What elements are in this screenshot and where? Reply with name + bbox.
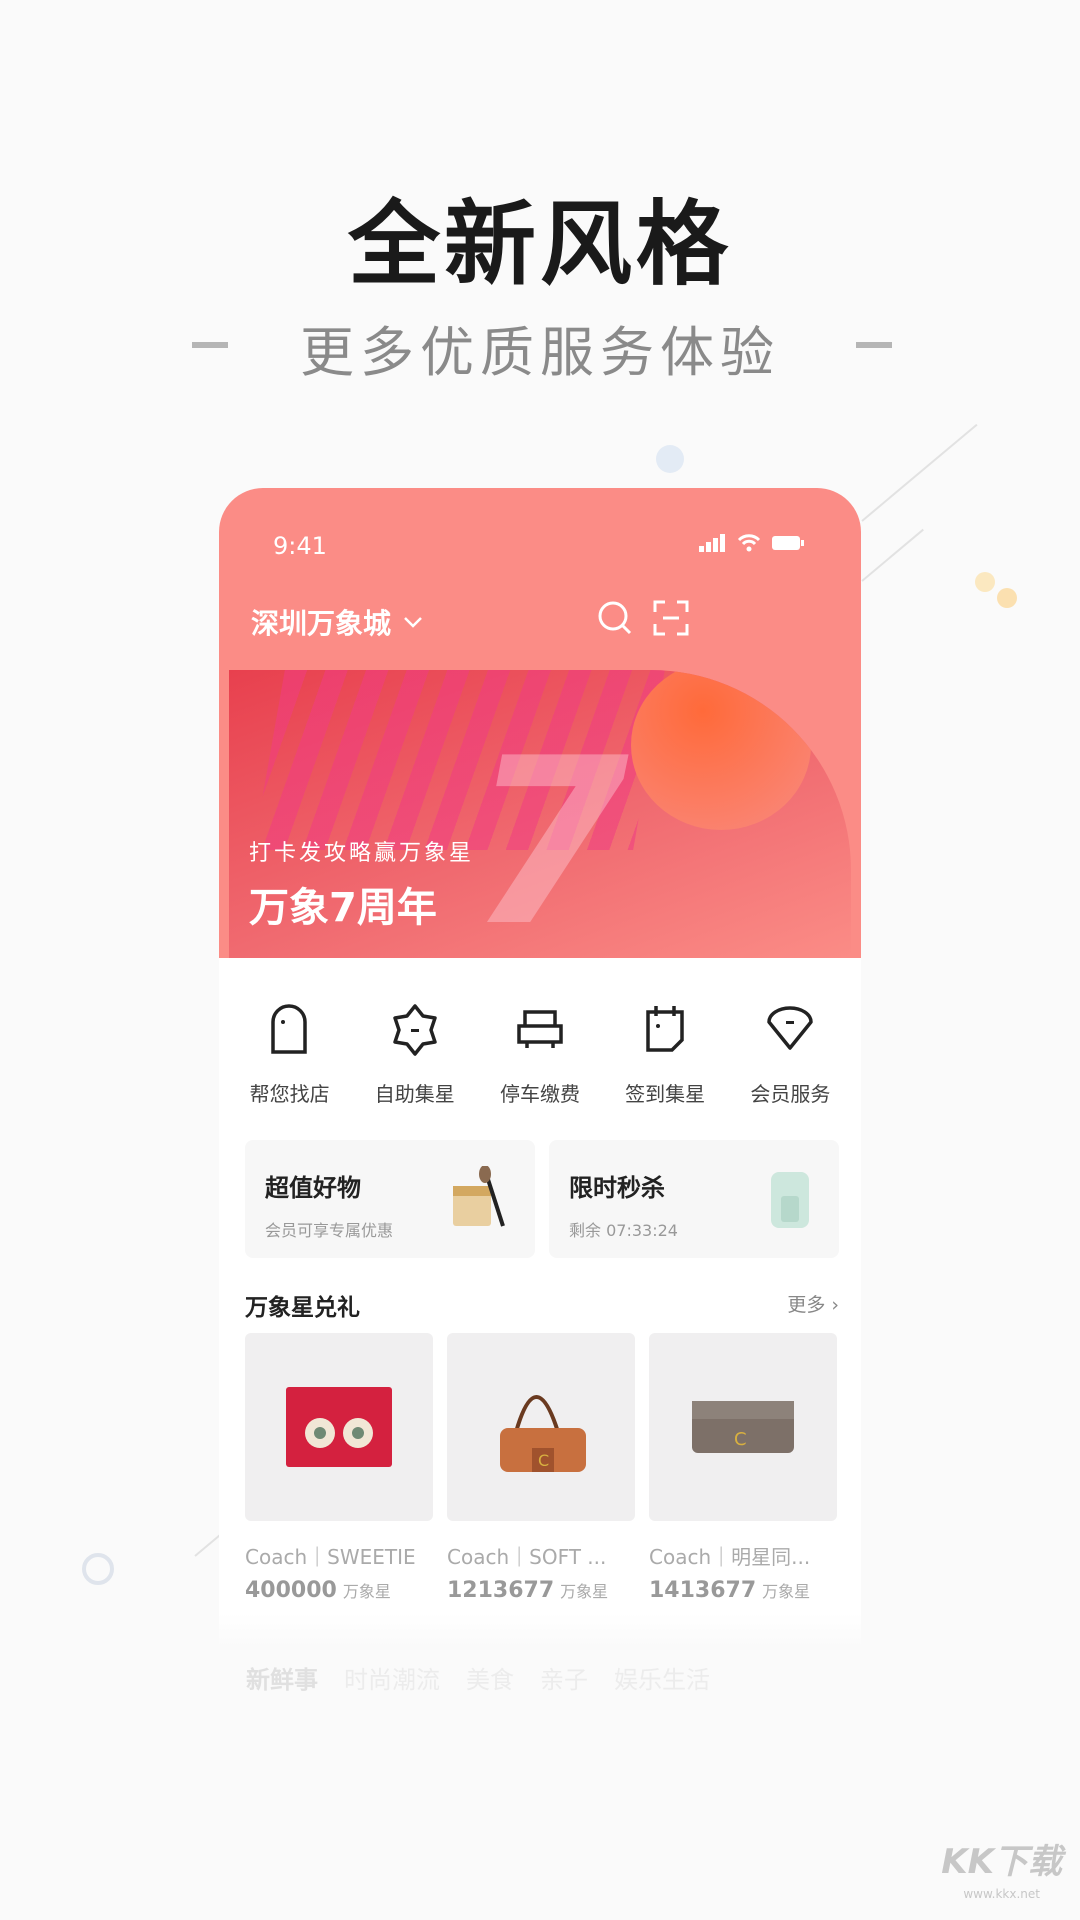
- content-tabs: 新鲜事 时尚潮流 美食 亲子 娱乐生活: [246, 1660, 710, 1695]
- product-name: Coach｜SWEETIE: [245, 1545, 416, 1569]
- location-selector[interactable]: 深圳万象城: [251, 602, 423, 642]
- air-fryer-image: [771, 1172, 809, 1228]
- quick-parking[interactable]: 停车缴费: [480, 1002, 600, 1107]
- decor-line: [861, 528, 924, 582]
- price-unit: 万象星: [342, 1582, 391, 1601]
- quick-label: 会员服务: [750, 1082, 831, 1106]
- reward-products: Coach｜SWEETIE 400000 万象星 C Coach｜SOFT ...…: [245, 1333, 837, 1603]
- quick-label: 停车缴费: [499, 1082, 580, 1106]
- promo-card-deals[interactable]: 超值好物 会员可享专属优惠: [245, 1140, 535, 1258]
- tab-food[interactable]: 美食: [466, 1660, 514, 1695]
- decor-dot: [997, 588, 1017, 608]
- banner-seven: 7: [469, 710, 630, 958]
- decor-dot: [656, 445, 684, 473]
- banner-sun: [631, 670, 811, 830]
- quick-label: 帮您找店: [249, 1082, 330, 1106]
- location-label: 深圳万象城: [251, 607, 392, 640]
- card-holder-image: [286, 1387, 392, 1467]
- store-icon: [270, 1004, 307, 1054]
- watermark: KK下载 www.kkx.net: [941, 1834, 1062, 1902]
- product-name: Coach｜明星同...: [649, 1545, 811, 1569]
- quick-member[interactable]: 会员服务: [730, 1002, 850, 1107]
- signal-icon: [699, 534, 725, 552]
- banner-subtitle: 打卡发攻略赢万象星: [249, 841, 475, 866]
- decor-dot: [975, 572, 995, 592]
- quick-find-store[interactable]: 帮您找店: [230, 1002, 350, 1107]
- quick-checkin[interactable]: 签到集星: [605, 1002, 725, 1107]
- svg-text:C: C: [734, 1429, 747, 1450]
- tab-family[interactable]: 亲子: [540, 1660, 588, 1695]
- phone-header: 9:41 深圳万象城 7 打卡发攻略赢万象星 万象7周年: [219, 488, 861, 958]
- status-icons: [699, 534, 805, 552]
- product-name: Coach｜SOFT ...: [447, 1545, 607, 1569]
- svg-text:C: C: [538, 1451, 549, 1470]
- crossbody-bag-image: C: [692, 1401, 794, 1453]
- product-card[interactable]: C Coach｜SOFT ... 1213677 万象星: [447, 1333, 635, 1603]
- product-price: 400000: [245, 1578, 337, 1603]
- decor-ring: [82, 1553, 114, 1585]
- calendar-icon: [646, 1006, 684, 1052]
- more-link[interactable]: 更多 ›: [787, 1290, 839, 1317]
- star-badge-icon: [393, 1004, 437, 1056]
- watermark-url: www.kkx.net: [963, 1887, 1040, 1901]
- section-title: 万象星兑礼: [245, 1295, 360, 1321]
- scan-icon[interactable]: [653, 600, 689, 636]
- tab-entertainment[interactable]: 娱乐生活: [614, 1660, 710, 1695]
- battery-icon: [772, 536, 804, 550]
- decor-line: [861, 423, 978, 522]
- shoulder-bag-image: C: [500, 1395, 586, 1472]
- chevron-down-icon: [404, 617, 422, 628]
- wifi-icon: [737, 534, 761, 552]
- car-icon: [517, 1010, 563, 1048]
- watermark-logo: KK下载: [941, 1842, 1062, 1882]
- tab-fashion[interactable]: 时尚潮流: [344, 1660, 440, 1695]
- hero-title: 全新风格: [347, 191, 732, 298]
- price-unit: 万象星: [762, 1582, 811, 1601]
- divider: [856, 342, 892, 348]
- product-card[interactable]: C Coach｜明星同... 1413677 万象星: [649, 1333, 837, 1603]
- fade-overlay: [219, 1613, 861, 1648]
- promo-banner[interactable]: 7 打卡发攻略赢万象星 万象7周年: [229, 670, 851, 958]
- hero-subtitle: 更多优质服务体验: [300, 321, 780, 384]
- quick-self-star[interactable]: 自助集星: [355, 1002, 475, 1107]
- product-card[interactable]: Coach｜SWEETIE 400000 万象星: [245, 1333, 433, 1603]
- gem-icon: [767, 1006, 814, 1050]
- phone-mockup: 9:41 深圳万象城 7 打卡发攻略赢万象星 万象7周年 帮您找店 自助集星 停…: [219, 488, 861, 1648]
- promo-card-flash-sale[interactable]: 限时秒杀 剩余 07:33:24: [549, 1140, 839, 1258]
- quick-label: 签到集星: [625, 1082, 706, 1106]
- search-icon[interactable]: [597, 600, 633, 636]
- quick-actions: 帮您找店 自助集星 停车缴费 签到集星 会员服务: [219, 1002, 861, 1107]
- cosmetics-image: [453, 1166, 505, 1227]
- product-price: 1213677: [447, 1578, 555, 1603]
- status-time: 9:41: [273, 532, 327, 560]
- tab-news[interactable]: 新鲜事: [246, 1660, 318, 1695]
- promo-cards: 超值好物 会员可享专属优惠 限时秒杀 剩余 07:33:24: [245, 1140, 839, 1258]
- banner-title: 万象7周年: [249, 885, 437, 931]
- quick-label: 自助集星: [374, 1082, 455, 1106]
- product-price: 1413677: [649, 1578, 757, 1603]
- price-unit: 万象星: [560, 1582, 609, 1601]
